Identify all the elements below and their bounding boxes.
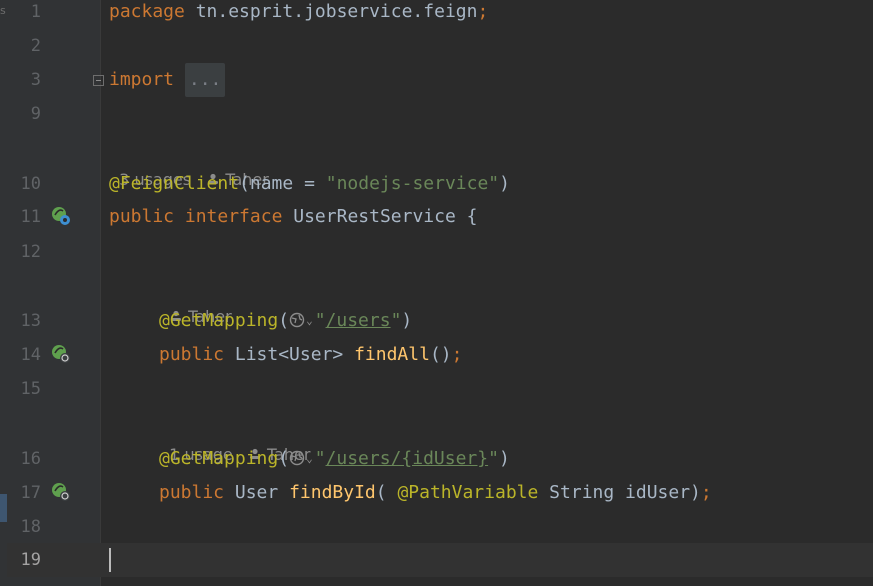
- web-endpoint-icon[interactable]: [289, 312, 305, 328]
- line-number: 10: [20, 174, 41, 194]
- code-text[interactable]: @GetMapping(⌄ "/users/{idUser}"): [159, 442, 510, 476]
- line-number: 18: [20, 517, 41, 537]
- code-fragment: ): [498, 448, 510, 469]
- line-number: 17: [20, 483, 41, 503]
- code-line-1[interactable]: 1 package tn.esprit.jobservice.feign;: [0, 0, 873, 29]
- code-text[interactable]: package tn.esprit.jobservice.feign;: [109, 0, 488, 29]
- annotation: @PathVariable: [397, 482, 539, 503]
- package-name: tn.esprit.jobservice.feign: [184, 1, 478, 22]
- code-line-3[interactable]: 3 import ...: [0, 63, 873, 97]
- annotation: @FeignClient: [109, 173, 240, 194]
- code-fragment: (name =: [239, 173, 326, 194]
- annotation: @GetMapping: [159, 310, 279, 331]
- line-number: 1: [30, 2, 41, 22]
- url-path-link[interactable]: /users/{idUser}: [326, 448, 489, 469]
- string-quote: ": [488, 448, 499, 469]
- code-text[interactable]: public interface UserRestService {: [109, 200, 478, 234]
- code-fragment: (: [278, 448, 290, 469]
- code-line-2[interactable]: 2: [0, 29, 873, 63]
- line-number: 3: [30, 70, 41, 90]
- semicolon: ;: [451, 344, 463, 365]
- return-type: User: [224, 482, 290, 503]
- spring-bean-icon[interactable]: [50, 481, 72, 503]
- code-fragment: ): [401, 310, 413, 331]
- url-path-link[interactable]: /users: [326, 310, 391, 331]
- line-number: 9: [30, 104, 41, 124]
- code-line-14[interactable]: 14 public List<User> findAll();: [0, 338, 873, 372]
- keyword: public: [159, 344, 225, 365]
- code-text[interactable]: @GetMapping(⌄ "/users"): [159, 304, 412, 338]
- code-text[interactable]: public List<User> findAll();: [159, 338, 462, 372]
- code-fragment: (: [375, 482, 398, 503]
- code-text[interactable]: public User findById( @PathVariable Stri…: [159, 476, 712, 510]
- code-line-10[interactable]: 10 @FeignClient(name = "nodejs-service"): [0, 167, 873, 201]
- method-name: findAll: [354, 344, 430, 365]
- code-line-13[interactable]: 13 @GetMapping(⌄ "/users"): [0, 304, 873, 338]
- line-number: 14: [20, 345, 41, 365]
- line-number: 11: [20, 207, 41, 227]
- text-cursor: [109, 548, 111, 572]
- code-fragment: (: [278, 310, 290, 331]
- spring-bean-icon[interactable]: [50, 343, 72, 365]
- keyword: public: [109, 206, 175, 227]
- code-fragment: (): [429, 344, 452, 365]
- string-literal: "nodejs-service": [325, 173, 500, 194]
- string-quote: ": [314, 448, 326, 469]
- line-number: 19: [20, 550, 41, 570]
- keyword: package: [109, 1, 185, 22]
- line-number: 12: [20, 242, 41, 262]
- code-line-19[interactable]: 19: [0, 543, 873, 577]
- interface-name: UserRestService {: [282, 206, 478, 227]
- spring-bean-icon[interactable]: [50, 205, 72, 227]
- code-fragment: ): [499, 173, 510, 194]
- folded-imports[interactable]: ...: [184, 63, 226, 97]
- return-type: List<User>: [224, 344, 355, 365]
- code-line-15[interactable]: 15: [0, 372, 873, 406]
- fold-expand-icon[interactable]: [93, 75, 104, 86]
- code-line-12[interactable]: 12: [0, 235, 873, 269]
- code-text[interactable]: import ...: [109, 63, 226, 97]
- code-text[interactable]: @FeignClient(name = "nodejs-service"): [109, 167, 510, 201]
- line-number: 15: [20, 379, 41, 399]
- code-line-9[interactable]: 9: [0, 97, 873, 131]
- keyword: interface: [184, 206, 283, 227]
- string-quote: ": [390, 310, 402, 331]
- keyword: public: [159, 482, 225, 503]
- chevron-down-icon[interactable]: ⌄: [306, 314, 313, 327]
- semicolon: ;: [700, 482, 712, 503]
- web-endpoint-icon[interactable]: [289, 450, 305, 466]
- code-line-16[interactable]: 16 @GetMapping(⌄ "/users/{idUser}"): [0, 442, 873, 476]
- line-number: 13: [20, 311, 41, 331]
- code-line-11[interactable]: 11 public interface UserRestService {: [0, 200, 873, 234]
- chevron-down-icon[interactable]: ⌄: [306, 452, 313, 465]
- keyword: import: [109, 69, 175, 90]
- annotation: @GetMapping: [159, 448, 279, 469]
- code-line-18[interactable]: 18: [0, 510, 873, 544]
- code-line-17[interactable]: 17 public User findById( @PathVariable S…: [0, 476, 873, 510]
- line-number: 2: [30, 36, 41, 56]
- string-quote: ": [314, 310, 326, 331]
- method-name: findById: [289, 482, 376, 503]
- line-number: 16: [20, 449, 41, 469]
- semicolon: ;: [477, 1, 489, 22]
- parameter: String idUser): [538, 482, 701, 503]
